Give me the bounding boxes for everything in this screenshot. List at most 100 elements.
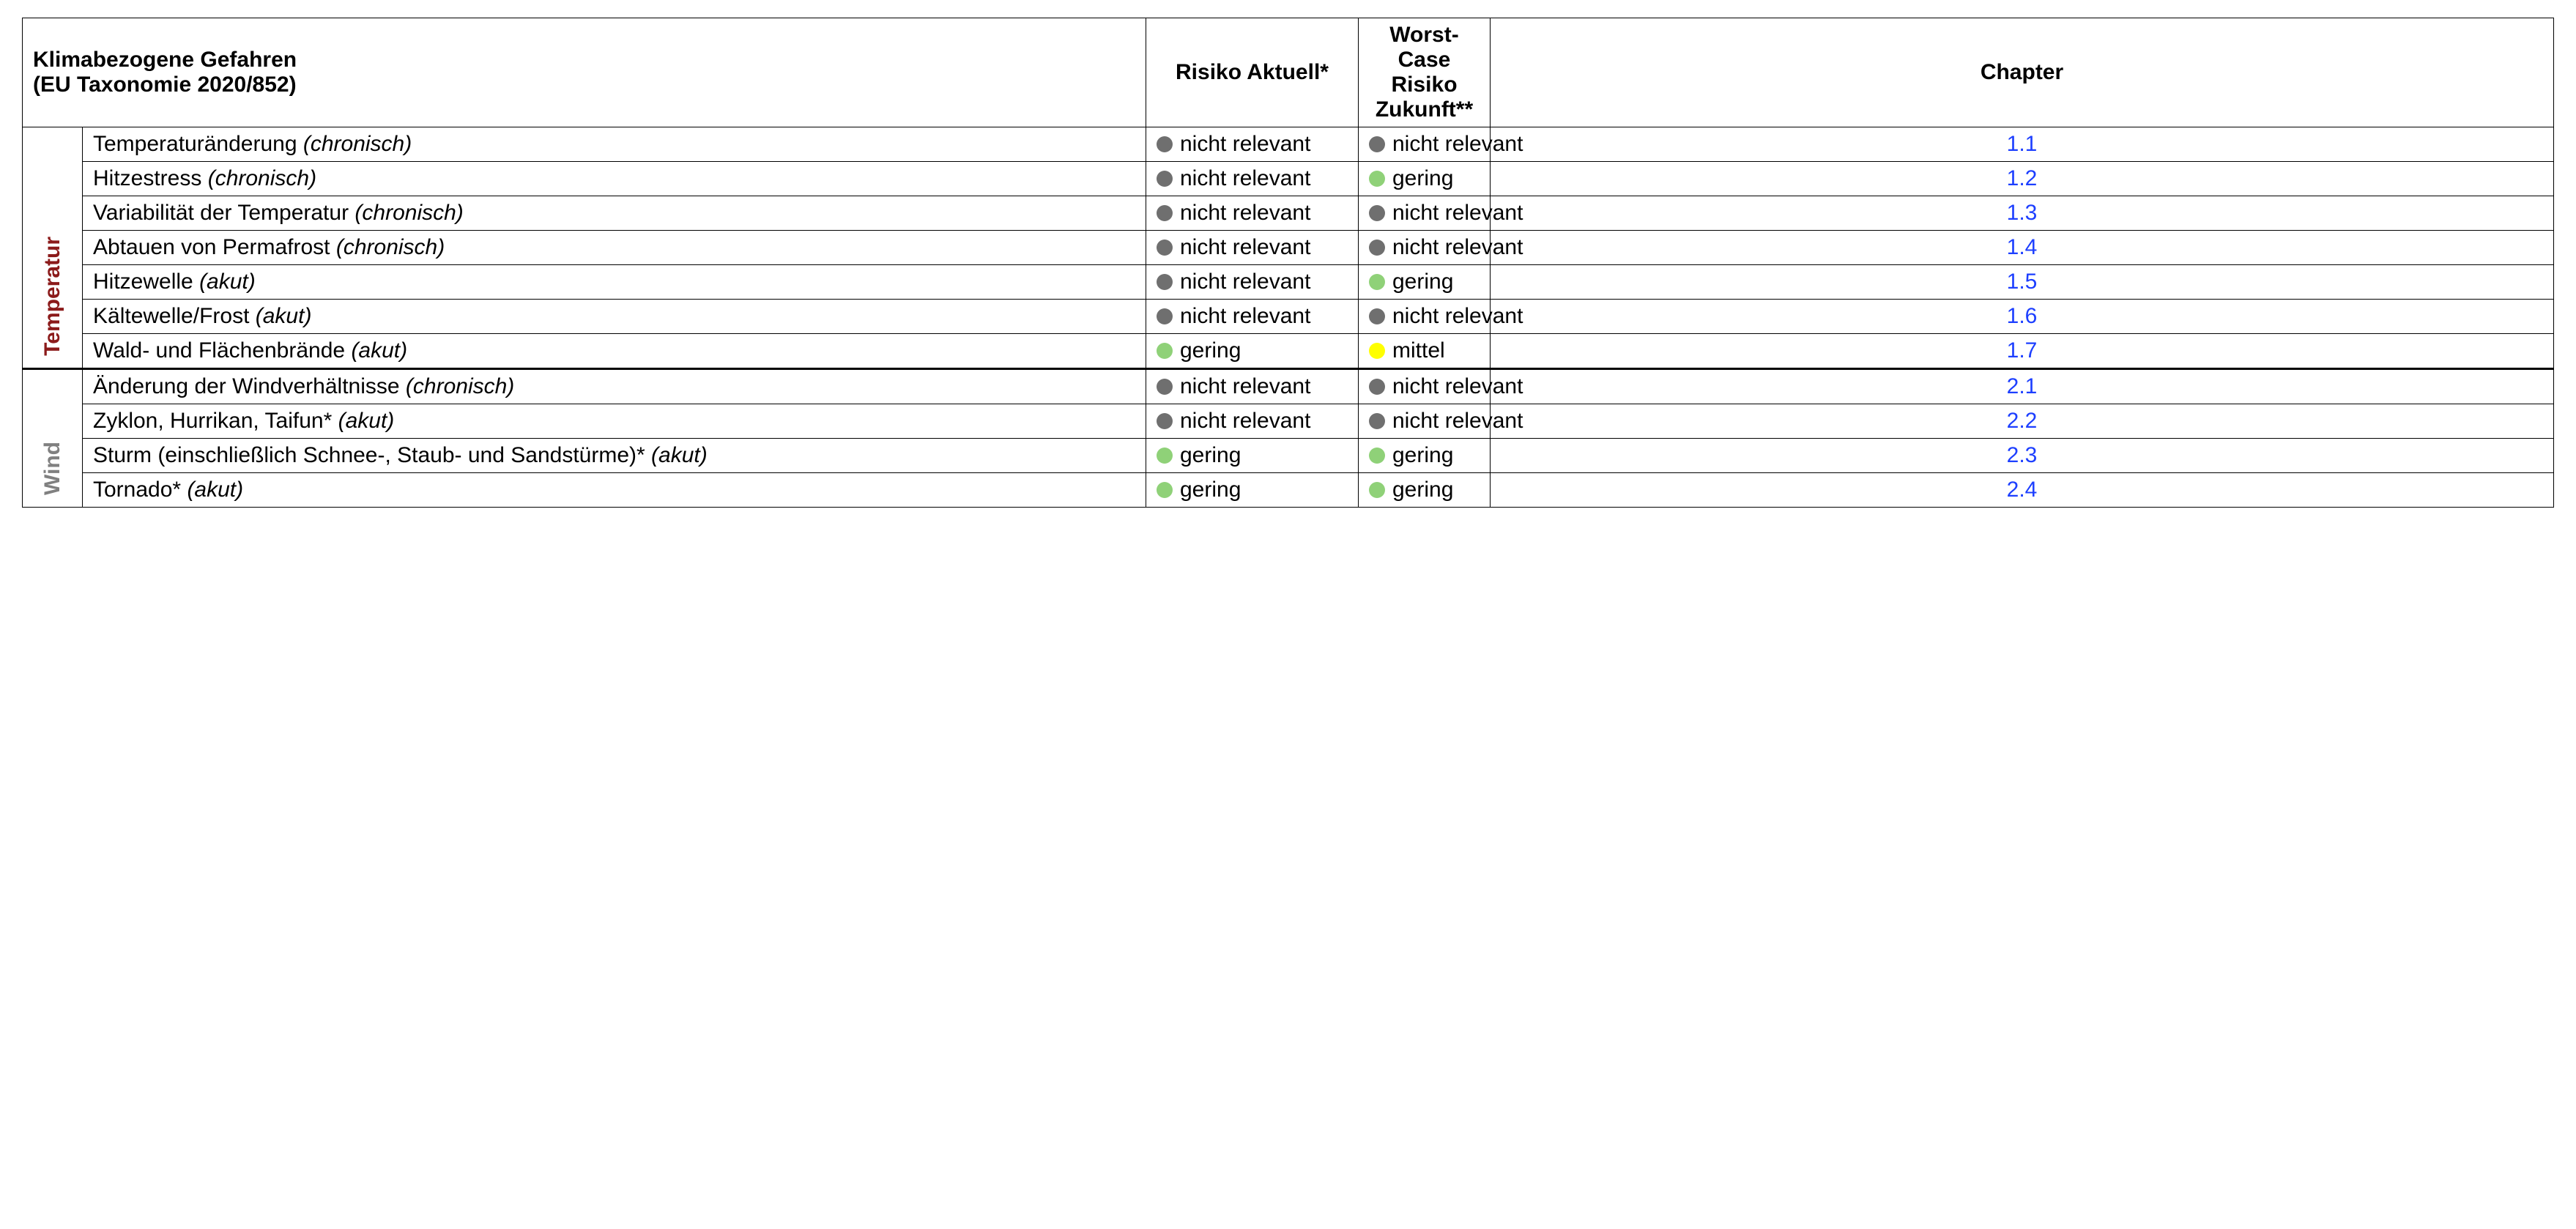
risk-label: gering bbox=[1392, 478, 1453, 502]
hazard-cell: Zyklon, Hurrikan, Taifun* (akut) bbox=[83, 404, 1146, 439]
risk-future: nicht relevant bbox=[1359, 127, 1491, 162]
risk-current: nicht relevant bbox=[1146, 369, 1359, 404]
hazard-name: Variabilität der Temperatur bbox=[93, 201, 355, 225]
header-risk-current: Risiko Aktuell* bbox=[1146, 18, 1359, 127]
chapter-link[interactable]: 1.3 bbox=[1491, 196, 2554, 231]
risk-dot-icon bbox=[1369, 343, 1385, 359]
risk-label: gering bbox=[1392, 166, 1453, 191]
hazard-name: Sturm (einschließlich Schnee-, Staub- un… bbox=[93, 443, 651, 467]
hazard-name: Tornado* bbox=[93, 478, 187, 502]
risk-label: nicht relevant bbox=[1392, 132, 1523, 157]
table-row: Kältewelle/Frost (akut)nicht relevantnic… bbox=[23, 300, 2554, 334]
hazard-type: (chronisch) bbox=[208, 166, 316, 190]
header-chapter: Chapter bbox=[1491, 18, 2554, 127]
chapter-link[interactable]: 1.2 bbox=[1491, 162, 2554, 196]
hazard-cell: Hitzewelle (akut) bbox=[83, 265, 1146, 300]
hazard-name: Kältewelle/Frost bbox=[93, 304, 256, 328]
hazard-type: (chronisch) bbox=[336, 235, 445, 259]
risk-future: nicht relevant bbox=[1359, 231, 1491, 265]
hazard-type: (akut) bbox=[338, 409, 395, 433]
risk-label: gering bbox=[1392, 443, 1453, 468]
chapter-link[interactable]: 1.5 bbox=[1491, 265, 2554, 300]
table-row: WindÄnderung der Windverhältnisse (chron… bbox=[23, 369, 2554, 404]
risk-dot-icon bbox=[1157, 136, 1173, 152]
hazard-cell: Kältewelle/Frost (akut) bbox=[83, 300, 1146, 334]
category-wind: Wind bbox=[23, 369, 83, 508]
table-row: Hitzestress (chronisch) nicht relevant ger… bbox=[23, 162, 2554, 196]
hazard-cell: Temperaturänderung (chronisch) bbox=[83, 127, 1146, 162]
risk-dot-icon bbox=[1157, 343, 1173, 359]
chapter-link[interactable]: 1.7 bbox=[1491, 334, 2554, 369]
risk-current: gering bbox=[1146, 334, 1359, 369]
risk-dot-icon bbox=[1369, 136, 1385, 152]
risk-dot-icon bbox=[1369, 379, 1385, 395]
risk-label: nicht relevant bbox=[1180, 374, 1310, 399]
risk-current: gering bbox=[1146, 473, 1359, 508]
risk-label: nicht relevant bbox=[1392, 409, 1523, 434]
table-row: TemperaturTemperaturänderung (chronisch)… bbox=[23, 127, 2554, 162]
chapter-link[interactable]: 1.1 bbox=[1491, 127, 2554, 162]
header-hazard-line2: (EU Taxonomie 2020/852) bbox=[33, 73, 297, 97]
risk-dot-icon bbox=[1157, 448, 1173, 464]
chapter-link[interactable]: 2.4 bbox=[1491, 473, 2554, 508]
risk-dot-icon bbox=[1157, 482, 1173, 498]
risk-label: nicht relevant bbox=[1180, 270, 1310, 294]
hazard-name: Wald- und Flächenbrände bbox=[93, 338, 351, 363]
hazard-cell: Sturm (einschließlich Schnee-, Staub- un… bbox=[83, 439, 1146, 473]
risk-current: nicht relevant bbox=[1146, 300, 1359, 334]
risk-label: nicht relevant bbox=[1180, 201, 1310, 226]
chapter-link[interactable]: 2.2 bbox=[1491, 404, 2554, 439]
risk-future: nicht relevant bbox=[1359, 369, 1491, 404]
risk-label: gering bbox=[1180, 338, 1241, 363]
risk-dot-icon bbox=[1157, 413, 1173, 429]
risk-dot-icon bbox=[1157, 171, 1173, 187]
table-row: Sturm (einschließlich Schnee-, Staub- un… bbox=[23, 439, 2554, 473]
risk-dot-icon bbox=[1157, 308, 1173, 324]
risk-future: nicht relevant bbox=[1359, 404, 1491, 439]
table-header-row: Klimabezogene Gefahren (EU Taxonomie 202… bbox=[23, 18, 2554, 127]
hazard-type: (akut) bbox=[187, 478, 243, 502]
risk-dot-icon bbox=[1369, 205, 1385, 221]
table-row: Zyklon, Hurrikan, Taifun* (akut)nicht re… bbox=[23, 404, 2554, 439]
hazard-name: Zyklon, Hurrikan, Taifun* bbox=[93, 409, 338, 433]
risk-label: nicht relevant bbox=[1180, 235, 1310, 260]
table-row: Variabilität der Temperatur (chronisch) n… bbox=[23, 196, 2554, 231]
hazard-type: (akut) bbox=[351, 338, 407, 363]
risk-current: nicht relevant bbox=[1146, 404, 1359, 439]
risk-label: nicht relevant bbox=[1392, 374, 1523, 399]
category-temperatur: Temperatur bbox=[23, 127, 83, 369]
hazard-name: Hitzewelle bbox=[93, 270, 199, 294]
risk-dot-icon bbox=[1369, 448, 1385, 464]
risk-dot-icon bbox=[1369, 274, 1385, 290]
risk-label: gering bbox=[1180, 478, 1241, 502]
risk-label: nicht relevant bbox=[1392, 201, 1523, 226]
risk-future: mittel bbox=[1359, 334, 1491, 369]
risk-label: gering bbox=[1392, 270, 1453, 294]
hazard-name: Hitzestress bbox=[93, 166, 208, 190]
table-row: Hitzewelle (akut) nicht relevant gering 1.5 bbox=[23, 265, 2554, 300]
risk-dot-icon bbox=[1369, 413, 1385, 429]
hazard-cell: Wald- und Flächenbrände (akut) bbox=[83, 334, 1146, 369]
hazard-type: (akut) bbox=[651, 443, 708, 467]
hazard-cell: Änderung der Windverhältnisse (chronisch… bbox=[83, 369, 1146, 404]
chapter-link[interactable]: 2.3 bbox=[1491, 439, 2554, 473]
risk-label: nicht relevant bbox=[1180, 132, 1310, 157]
risk-future: gering bbox=[1359, 439, 1491, 473]
chapter-link[interactable]: 1.6 bbox=[1491, 300, 2554, 334]
hazard-type: (chronisch) bbox=[355, 201, 463, 225]
risk-label: nicht relevant bbox=[1180, 304, 1310, 329]
risk-dot-icon bbox=[1369, 240, 1385, 256]
chapter-link[interactable]: 1.4 bbox=[1491, 231, 2554, 265]
hazard-name: Änderung der Windverhältnisse bbox=[93, 374, 406, 398]
category-label: Wind bbox=[40, 442, 65, 495]
hazard-type: (chronisch) bbox=[406, 374, 514, 398]
chapter-link[interactable]: 2.1 bbox=[1491, 369, 2554, 404]
category-label: Temperatur bbox=[40, 237, 65, 356]
risk-label: nicht relevant bbox=[1180, 166, 1310, 191]
hazard-type: (chronisch) bbox=[303, 132, 412, 156]
table-row: Abtauen von Permafrost (chronisch)nicht … bbox=[23, 231, 2554, 265]
header-hazard-line1: Klimabezogene Gefahren bbox=[33, 48, 297, 72]
risk-dot-icon bbox=[1157, 274, 1173, 290]
table-row: Tornado* (akut) gering gering 2.4 bbox=[23, 473, 2554, 508]
risk-label: mittel bbox=[1392, 338, 1445, 363]
